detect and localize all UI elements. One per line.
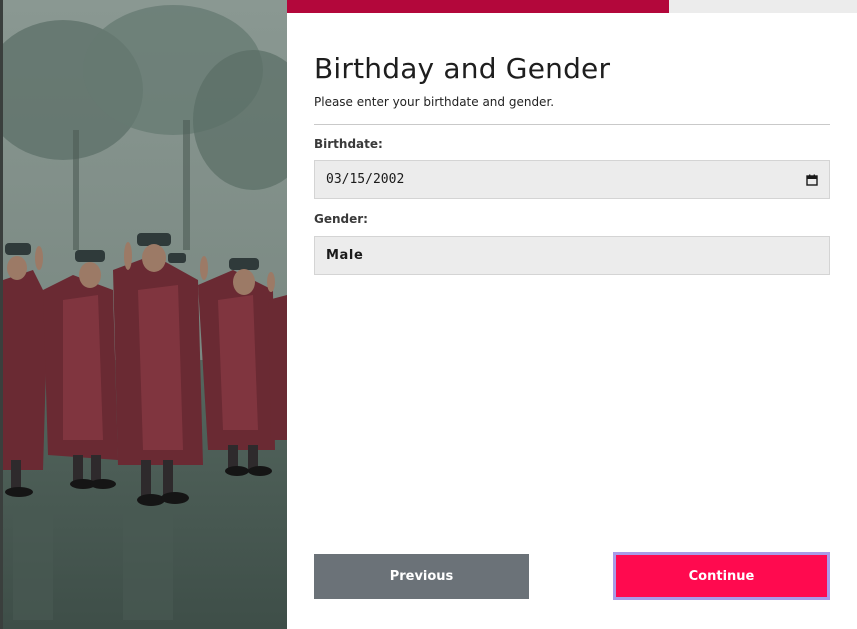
registration-page: Birthday and Gender Please enter your bi… <box>0 0 857 629</box>
gender-label: Gender: <box>314 212 368 226</box>
birthdate-input[interactable]: 03/15/2002 <box>314 160 830 199</box>
photo-illustration <box>3 0 287 629</box>
calendar-icon[interactable] <box>806 174 818 186</box>
hero-photo <box>0 0 287 629</box>
page-subtitle: Please enter your birthdate and gender. <box>314 95 555 109</box>
birthdate-value: 03/15/2002 <box>326 172 405 187</box>
gender-value: Male <box>326 248 364 263</box>
previous-button[interactable]: Previous <box>314 554 529 599</box>
divider <box>314 124 830 125</box>
birthdate-label: Birthdate: <box>314 137 383 151</box>
page-title: Birthday and Gender <box>314 52 611 85</box>
form-panel: Birthday and Gender Please enter your bi… <box>314 0 830 629</box>
continue-button[interactable]: Continue <box>613 552 830 600</box>
gender-select[interactable]: Male <box>314 236 830 275</box>
